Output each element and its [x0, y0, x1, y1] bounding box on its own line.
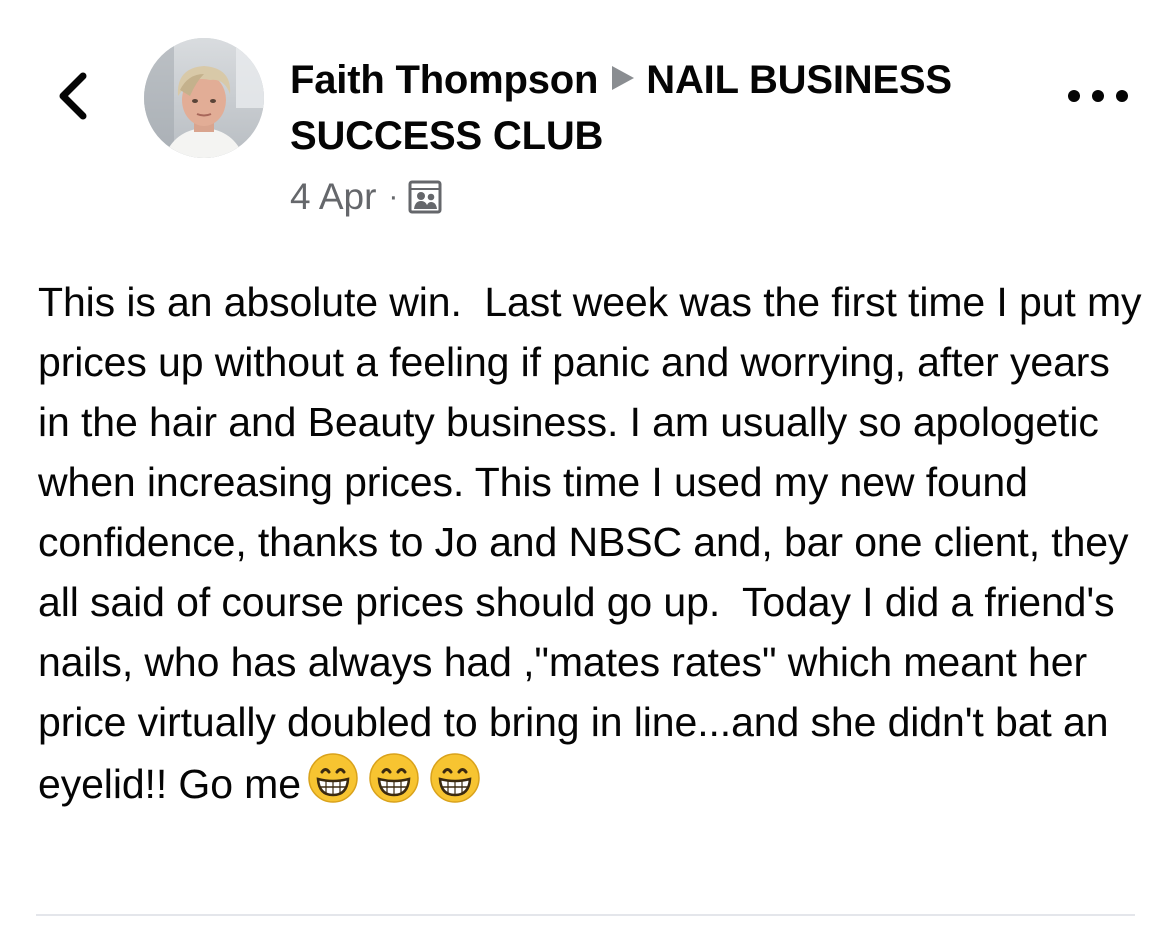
more-dot-icon	[1068, 90, 1080, 102]
arrow-right-icon	[612, 66, 635, 90]
post-date[interactable]: 4 Apr	[290, 173, 376, 221]
post-title: Faith Thompson NAIL BUSINESS SUCCESS CLUB	[290, 52, 990, 164]
avatar-photo	[144, 38, 264, 158]
chevron-left-icon	[59, 72, 87, 120]
grinning-face-emoji	[369, 753, 419, 803]
emoji-group	[307, 752, 481, 804]
grinning-face-emoji	[430, 753, 480, 803]
post-meta: 4 Apr ·	[290, 173, 990, 221]
author-name[interactable]: Faith Thompson	[290, 58, 598, 102]
post-divider	[36, 914, 1135, 916]
post-header: Faith Thompson NAIL BUSINESS SUCCESS CLUB…	[290, 52, 990, 221]
more-options-button[interactable]	[1068, 76, 1128, 116]
more-dot-icon	[1116, 90, 1128, 102]
author-avatar[interactable]	[144, 38, 264, 158]
meta-separator: ·	[388, 180, 399, 213]
post-text: This is an absolute win. Last week was t…	[38, 279, 1153, 807]
post-body: This is an absolute win. Last week was t…	[38, 272, 1143, 814]
grinning-face-emoji	[308, 753, 358, 803]
back-button[interactable]	[50, 68, 94, 124]
more-dot-icon	[1092, 90, 1104, 102]
group-members-icon	[408, 180, 442, 214]
